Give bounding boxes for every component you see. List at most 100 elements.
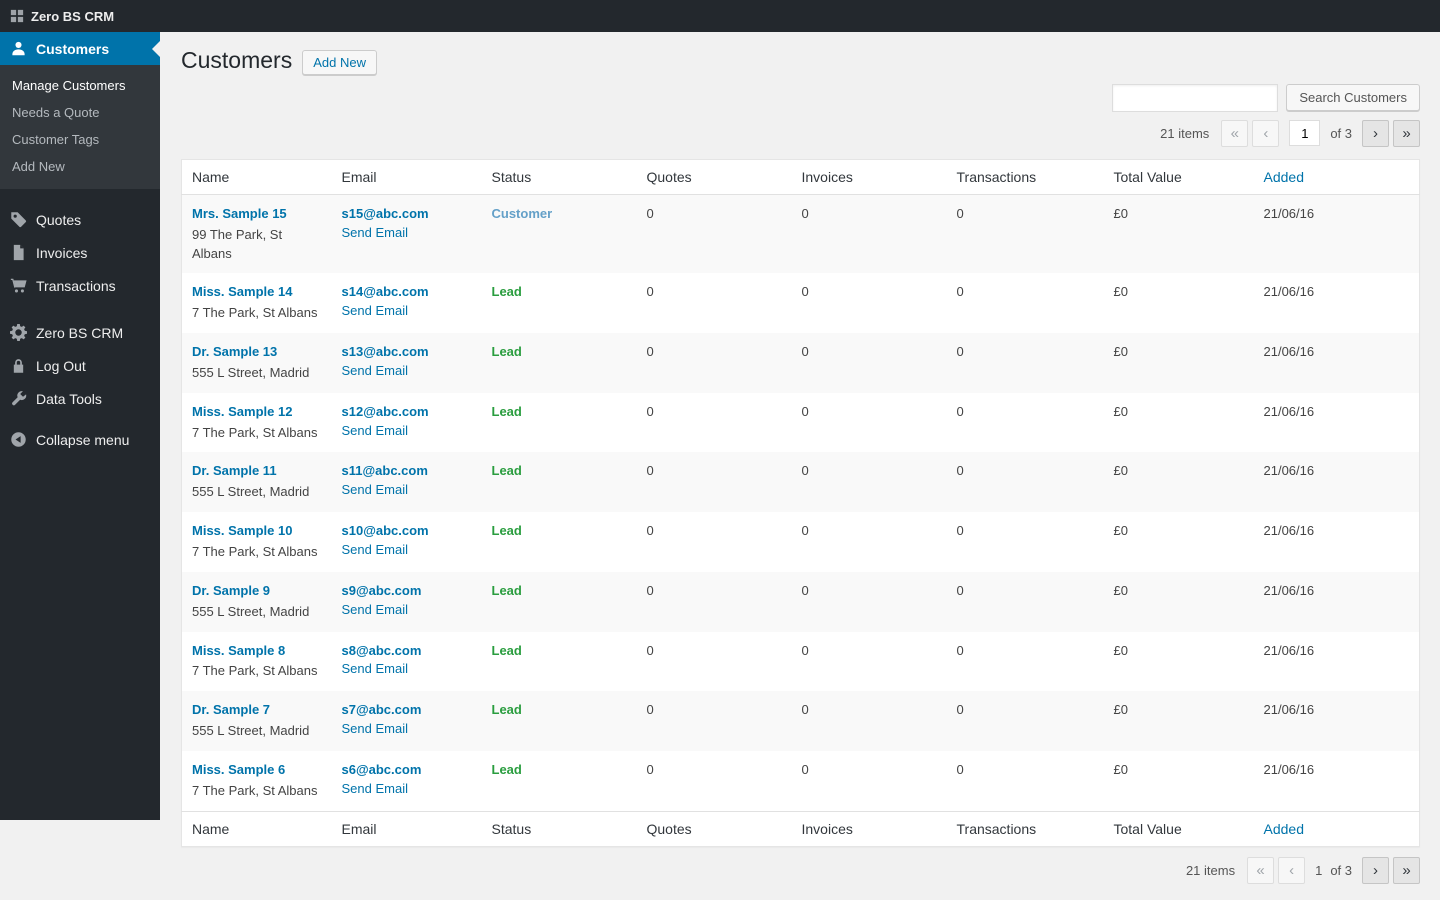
send-email-link[interactable]: Send Email bbox=[342, 602, 408, 617]
customer-email-link[interactable]: s13@abc.com bbox=[342, 344, 429, 359]
quotes-cell: 0 bbox=[637, 273, 792, 333]
name-cell: Miss. Sample 12 7 The Park, St Albans bbox=[182, 393, 332, 453]
sidebar-item-label: Log Out bbox=[36, 358, 86, 374]
customer-email-link[interactable]: s12@abc.com bbox=[342, 404, 429, 419]
send-email-link[interactable]: Send Email bbox=[342, 363, 408, 378]
status-badge: Lead bbox=[492, 523, 522, 538]
transactions-cell: 0 bbox=[947, 393, 1104, 453]
sidebar-item-needs-a-quote[interactable]: Needs a Quote bbox=[0, 99, 160, 126]
last-page-button[interactable]: » bbox=[1393, 120, 1420, 147]
sidebar-item-zbs-settings[interactable]: Zero BS CRM bbox=[0, 316, 160, 349]
status-badge: Customer bbox=[492, 206, 553, 221]
send-email-link[interactable]: Send Email bbox=[342, 482, 408, 497]
wrench-icon bbox=[10, 390, 27, 407]
customer-name-link[interactable]: Miss. Sample 14 bbox=[192, 284, 292, 299]
sidebar-item-manage-customers[interactable]: Manage Customers bbox=[0, 72, 160, 99]
collapse-arrow-icon bbox=[10, 431, 27, 448]
menu-separator bbox=[0, 415, 160, 423]
customer-name-link[interactable]: Miss. Sample 10 bbox=[192, 523, 292, 538]
customer-name-link[interactable]: Dr. Sample 7 bbox=[192, 702, 270, 717]
customer-name-link[interactable]: Dr. Sample 13 bbox=[192, 344, 277, 359]
customer-name-link[interactable]: Dr. Sample 9 bbox=[192, 583, 270, 598]
search-input[interactable] bbox=[1112, 84, 1278, 112]
customer-email-link[interactable]: s6@abc.com bbox=[342, 762, 422, 777]
customer-address: 7 The Park, St Albans bbox=[192, 304, 322, 323]
customer-name-link[interactable]: Miss. Sample 8 bbox=[192, 643, 285, 658]
customer-name-link[interactable]: Miss. Sample 12 bbox=[192, 404, 292, 419]
customer-name-link[interactable]: Dr. Sample 11 bbox=[192, 463, 277, 478]
customer-name-link[interactable]: Mrs. Sample 15 bbox=[192, 206, 287, 221]
sidebar-item-customer-tags[interactable]: Customer Tags bbox=[0, 126, 160, 153]
add-new-button[interactable]: Add New bbox=[302, 50, 377, 75]
customer-row: Miss. Sample 6 7 The Park, St Albans s6@… bbox=[182, 751, 1420, 811]
customer-address: 555 L Street, Madrid bbox=[192, 722, 322, 741]
send-email-link[interactable]: Send Email bbox=[342, 661, 408, 676]
customer-address: 555 L Street, Madrid bbox=[192, 603, 322, 622]
col-footer-email: Email bbox=[332, 811, 482, 846]
customer-email-link[interactable]: s10@abc.com bbox=[342, 523, 429, 538]
transactions-cell: 0 bbox=[947, 572, 1104, 632]
col-header-status: Status bbox=[482, 159, 637, 194]
current-page-input[interactable] bbox=[1289, 120, 1320, 146]
sidebar-item-transactions[interactable]: Transactions bbox=[0, 269, 160, 302]
total-pages-label: of 3 bbox=[1330, 126, 1352, 141]
prev-page-button[interactable]: ‹ bbox=[1278, 857, 1305, 884]
sidebar-item-data-tools[interactable]: Data Tools bbox=[0, 382, 160, 415]
items-count: 21 items bbox=[1186, 863, 1235, 878]
customer-email-link[interactable]: s7@abc.com bbox=[342, 702, 422, 717]
send-email-link[interactable]: Send Email bbox=[342, 542, 408, 557]
name-cell: Miss. Sample 14 7 The Park, St Albans bbox=[182, 273, 332, 333]
menu-separator bbox=[0, 189, 160, 203]
brand[interactable]: Zero BS CRM bbox=[0, 9, 124, 24]
sidebar-item-label: Invoices bbox=[36, 245, 87, 261]
prev-page-button[interactable]: ‹ bbox=[1252, 120, 1279, 147]
added-cell: 21/06/16 bbox=[1254, 512, 1420, 572]
first-page-button[interactable]: « bbox=[1247, 857, 1274, 884]
gear-icon bbox=[10, 324, 27, 341]
lock-icon bbox=[10, 357, 27, 374]
customer-email-link[interactable]: s8@abc.com bbox=[342, 643, 422, 658]
col-header-added-sort[interactable]: Added bbox=[1264, 169, 1304, 185]
invoices-cell: 0 bbox=[792, 452, 947, 512]
send-email-link[interactable]: Send Email bbox=[342, 225, 408, 240]
sidebar-item-logout[interactable]: Log Out bbox=[0, 349, 160, 382]
user-icon bbox=[10, 40, 27, 57]
invoices-cell: 0 bbox=[792, 572, 947, 632]
total-value-cell: £0 bbox=[1104, 393, 1254, 453]
sidebar-item-add-new[interactable]: Add New bbox=[0, 153, 160, 180]
sidebar-item-quotes[interactable]: Quotes bbox=[0, 203, 160, 236]
customer-email-link[interactable]: s14@abc.com bbox=[342, 284, 429, 299]
total-value-cell: £0 bbox=[1104, 333, 1254, 393]
sidebar-item-collapse-menu[interactable]: Collapse menu bbox=[0, 423, 160, 456]
col-header-invoices: Invoices bbox=[792, 159, 947, 194]
menu-separator bbox=[0, 302, 160, 316]
sidebar-item-customers[interactable]: Customers bbox=[0, 32, 160, 65]
quotes-cell: 0 bbox=[637, 333, 792, 393]
next-page-button[interactable]: › bbox=[1362, 857, 1389, 884]
total-value-cell: £0 bbox=[1104, 194, 1254, 273]
first-page-button[interactable]: « bbox=[1221, 120, 1248, 147]
transactions-cell: 0 bbox=[947, 512, 1104, 572]
customer-email-link[interactable]: s11@abc.com bbox=[342, 463, 428, 478]
invoices-cell: 0 bbox=[792, 691, 947, 751]
next-page-button[interactable]: › bbox=[1362, 120, 1389, 147]
col-header-email: Email bbox=[332, 159, 482, 194]
customer-email-link[interactable]: s9@abc.com bbox=[342, 583, 422, 598]
customer-row: Miss. Sample 10 7 The Park, St Albans s1… bbox=[182, 512, 1420, 572]
send-email-link[interactable]: Send Email bbox=[342, 721, 408, 736]
customer-email-link[interactable]: s15@abc.com bbox=[342, 206, 429, 221]
sidebar-item-invoices[interactable]: Invoices bbox=[0, 236, 160, 269]
status-cell: Lead bbox=[482, 512, 637, 572]
search-customers-button[interactable]: Search Customers bbox=[1286, 84, 1420, 111]
added-cell: 21/06/16 bbox=[1254, 333, 1420, 393]
customer-name-link[interactable]: Miss. Sample 6 bbox=[192, 762, 285, 777]
name-cell: Miss. Sample 6 7 The Park, St Albans bbox=[182, 751, 332, 811]
total-value-cell: £0 bbox=[1104, 273, 1254, 333]
customer-row: Dr. Sample 7 555 L Street, Madrid s7@abc… bbox=[182, 691, 1420, 751]
send-email-link[interactable]: Send Email bbox=[342, 423, 408, 438]
col-footer-added-sort[interactable]: Added bbox=[1264, 821, 1304, 837]
last-page-button[interactable]: » bbox=[1393, 857, 1420, 884]
customer-address: 7 The Park, St Albans bbox=[192, 662, 322, 681]
send-email-link[interactable]: Send Email bbox=[342, 781, 408, 796]
send-email-link[interactable]: Send Email bbox=[342, 303, 408, 318]
